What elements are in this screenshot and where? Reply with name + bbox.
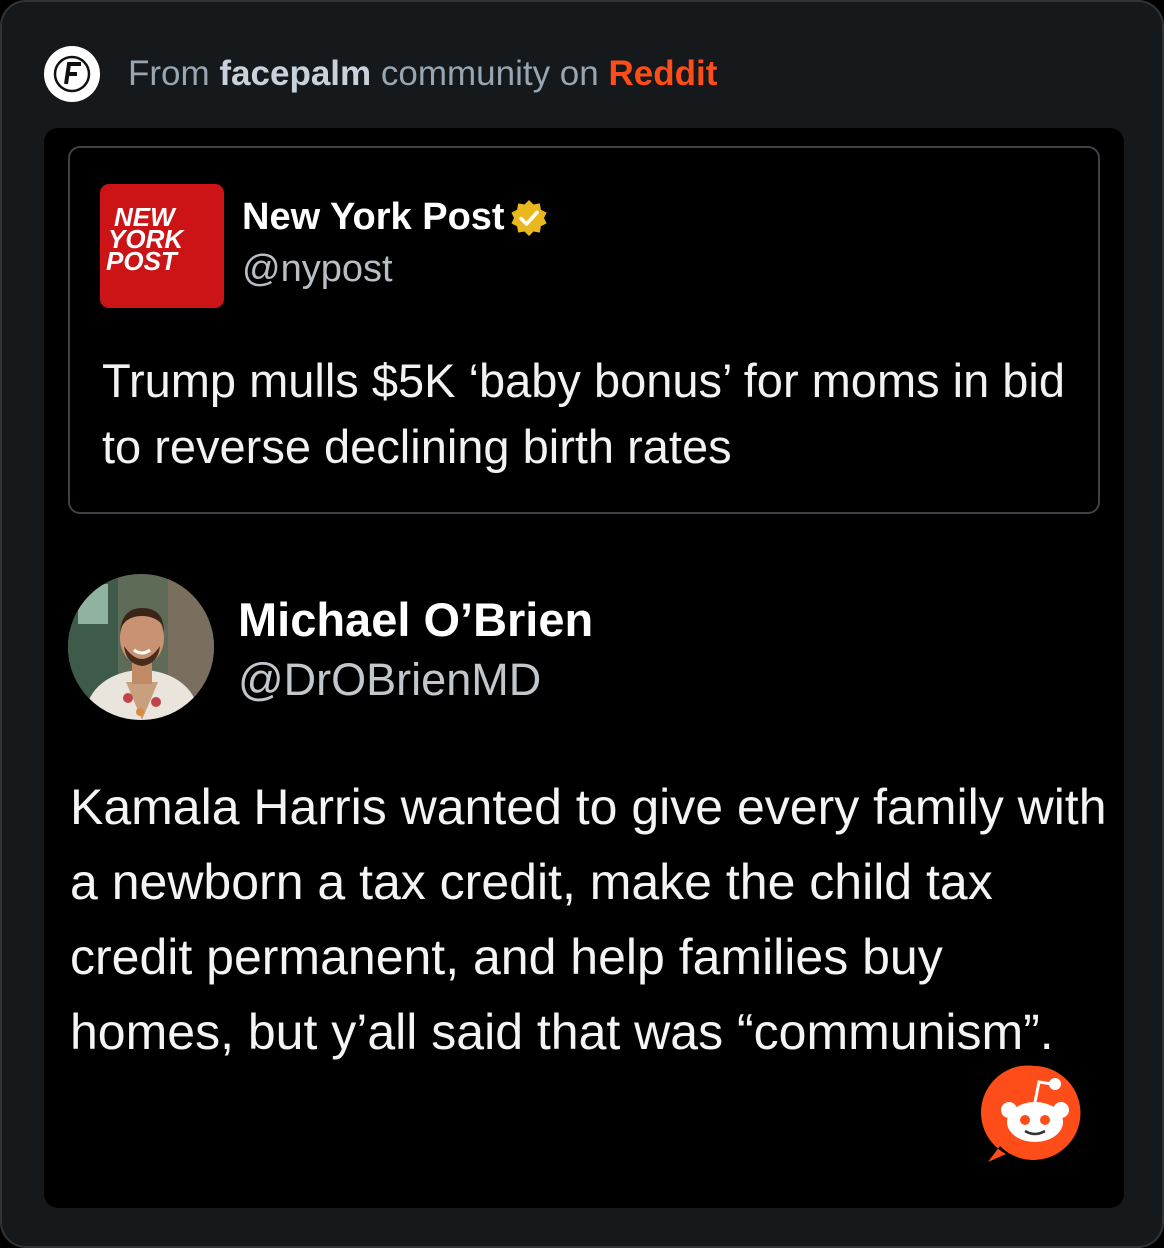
community-name-link[interactable]: facepalm (219, 54, 371, 93)
nypost-avatar[interactable]: NEW YORK POST (100, 184, 224, 308)
share-card-frame: From facepalm community on Reddit NEW YO… (0, 0, 1164, 1248)
source-prefix: From (128, 54, 210, 93)
quoted-tweet[interactable]: NEW YORK POST New York Post @nypost Trum… (68, 146, 1100, 514)
logo-line-3: POST (106, 246, 177, 276)
facepalm-logo-icon[interactable] (44, 46, 100, 102)
quoted-author-name[interactable]: New York Post (242, 196, 549, 239)
quoted-author-name-text: New York Post (242, 196, 505, 238)
verified-badge-icon (510, 199, 547, 236)
platform-name-link[interactable]: Reddit (608, 54, 717, 93)
tweet-text: Kamala Harris wanted to give every famil… (70, 779, 1107, 1060)
author-name[interactable]: Michael O’Brien (238, 592, 593, 647)
screenshot-card: NEW YORK POST New York Post @nypost Trum… (44, 128, 1124, 1208)
author-avatar[interactable] (68, 574, 214, 720)
source-line: From facepalm community on Reddit (128, 54, 717, 94)
quoted-author-handle[interactable]: @nypost (242, 248, 393, 291)
quoted-tweet-text: Trump mulls $5K ‘baby bonus’ for moms in… (102, 354, 1066, 473)
source-header: From facepalm community on Reddit (44, 44, 717, 104)
author-handle[interactable]: @DrOBrienMD (238, 654, 541, 706)
reddit-snoo-icon[interactable] (980, 1058, 1090, 1168)
source-middle: community on (380, 54, 599, 93)
